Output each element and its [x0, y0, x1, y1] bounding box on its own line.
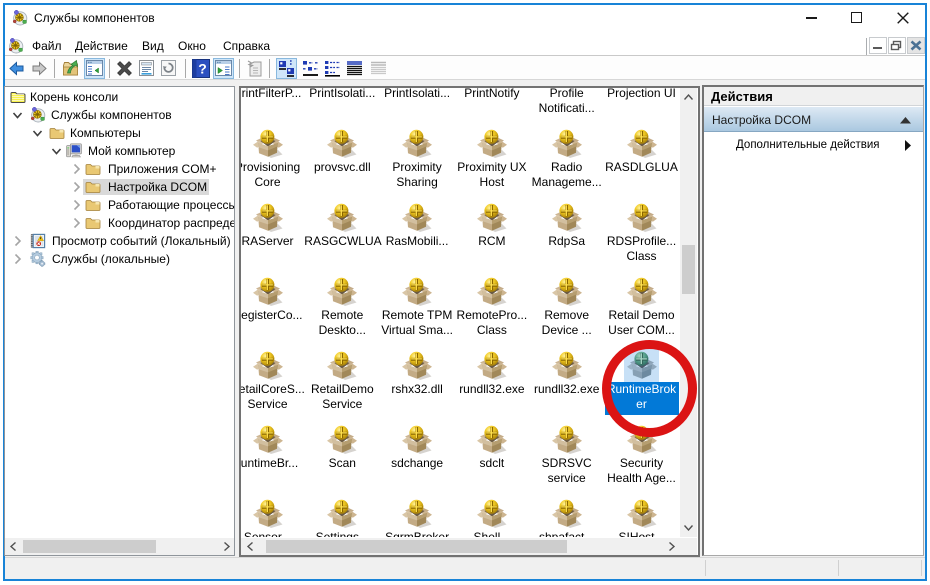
- svg-text:?: ?: [198, 61, 207, 77]
